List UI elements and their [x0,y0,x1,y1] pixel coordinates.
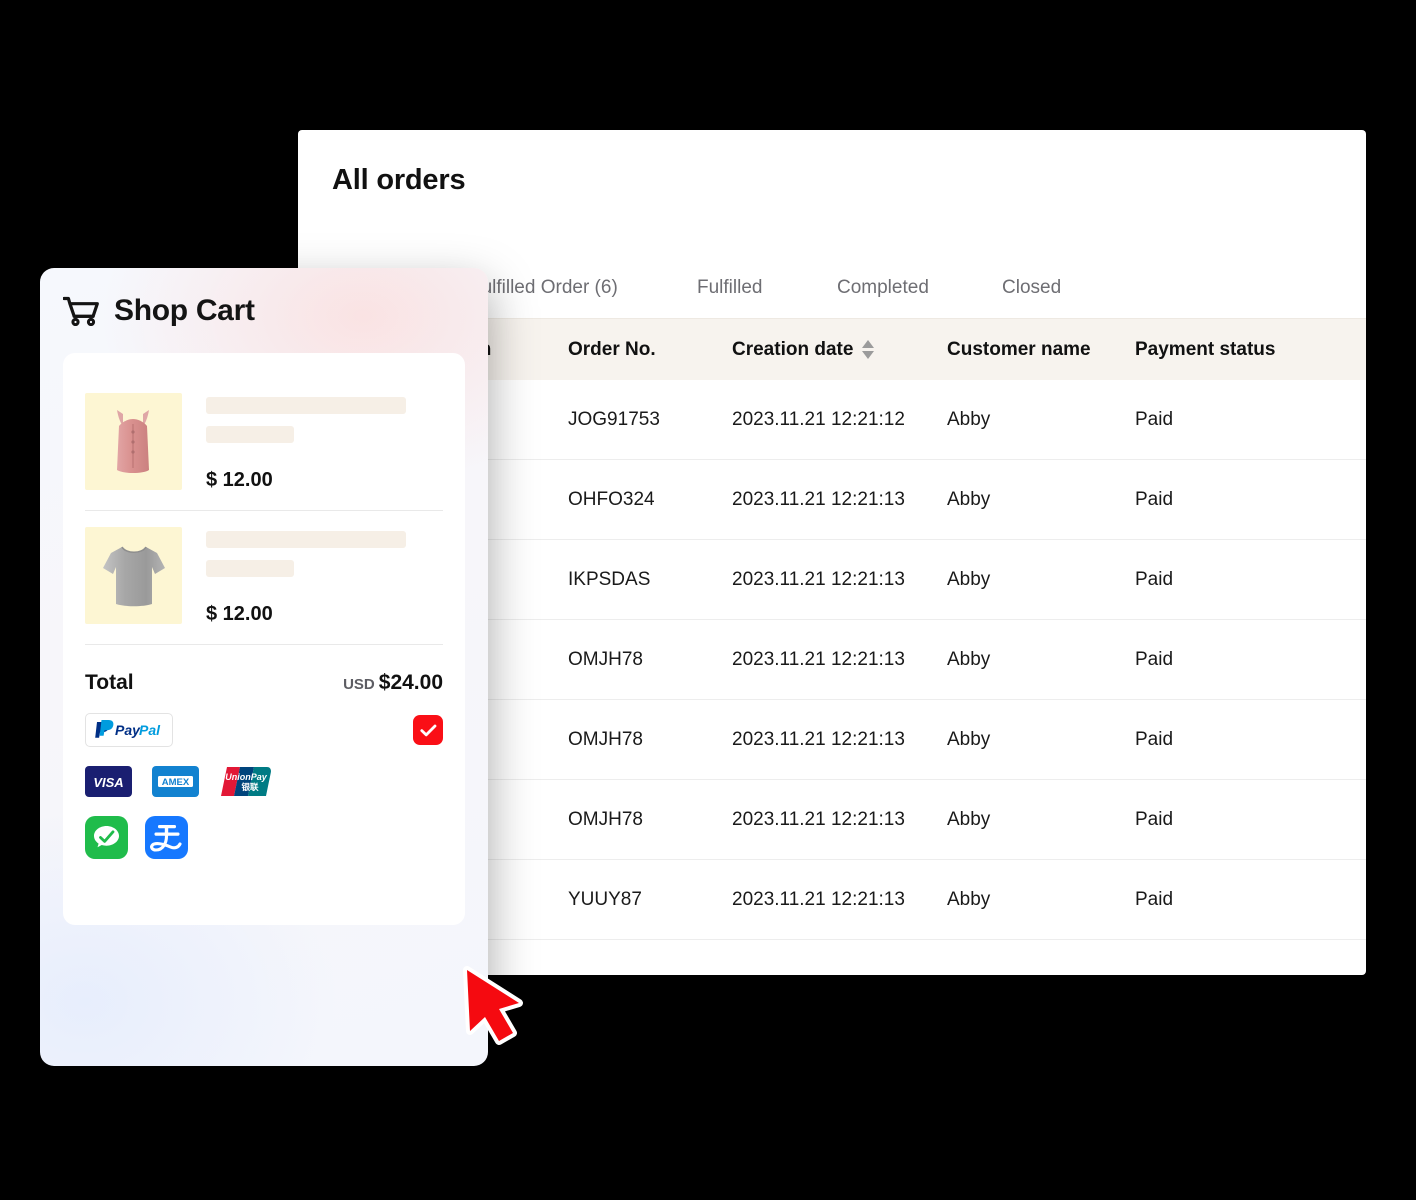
tab-completed[interactable]: Completed [837,277,1002,299]
product-thumbnail-pink-camisole-top [85,393,182,490]
cell-order-no: OMJH78 [568,728,643,750]
svg-text:银联: 银联 [240,782,259,792]
cart-item-details: $ 12.00 [206,393,443,492]
cell-creation-date: 2023.11.21 12:21:13 [732,728,905,750]
cell-order-no: OHFO324 [568,488,655,510]
cell-creation-date: 2023.11.21 12:21:12 [732,408,905,430]
cell-customer-name: Abby [947,408,991,430]
cell-order-no: YUUY87 [568,888,642,910]
cell-customer-name: Abby [947,648,991,670]
tab-closed[interactable]: Closed [1002,277,1122,299]
shop-cart-title: Shop Cart [114,293,255,327]
shop-cart-body: $ 12.00 $ 12.00 Total USD $24.00 Pay Pal… [63,353,465,925]
cart-total-row: Total USD $24.00 [85,645,443,695]
shop-cart-header: Shop Cart [40,268,488,353]
cart-item-details: $ 12.00 [206,527,443,626]
sort-arrows-icon[interactable] [862,340,875,359]
cell-order-no: IKPSDAS [568,568,651,590]
cart-item[interactable]: $ 12.00 [85,511,443,644]
product-thumbnail-grey-tshirt [85,527,182,624]
cell-creation-date: 2023.11.21 12:21:13 [732,888,905,910]
payment-method-visa[interactable]: VISA [85,766,132,797]
cart-total-label: Total [85,671,134,694]
paypal-icon: Pay Pal [95,720,161,738]
cell-order-no: OMJH78 [568,648,643,670]
payment-method-amex[interactable]: AMEX [152,766,199,797]
page-title: All orders [332,164,466,196]
product-title-placeholder [206,397,406,414]
column-header-customer-name: Customer name [947,338,1091,360]
cell-customer-name: Abby [947,888,991,910]
payment-methods-row-primary: Pay Pal [85,713,443,747]
product-title-placeholder [206,531,406,548]
svg-text:AMEX: AMEX [162,777,190,788]
column-header-creation-date[interactable]: Creation date [732,339,947,361]
cell-customer-name: Abby [947,728,991,750]
product-variant-placeholder [206,560,294,577]
payment-method-alipay[interactable] [145,816,188,859]
column-header-payment-status: Payment status [1135,338,1276,360]
svg-text:VISA: VISA [93,775,123,790]
svg-text:Pay: Pay [115,722,141,738]
cell-payment-status: Paid [1135,488,1174,510]
cart-item-price: $ 12.00 [206,469,273,491]
payment-methods-row-wallets [85,816,443,859]
cell-customer-name: Abby [947,568,991,590]
screenshot-stage: All orders All orders Unfulfilled Order … [0,0,1416,1200]
check-icon [419,724,436,736]
payment-method-paypal[interactable]: Pay Pal [85,713,173,747]
payment-methods-row-cards: VISA AMEX UnionPay 银联 [85,765,443,798]
cell-customer-name: Abby [947,808,991,830]
svg-text:Pal: Pal [139,722,161,738]
tab-unfulfilled-order[interactable]: Unfulfilled Order (6) [452,277,697,299]
svg-text:UnionPay: UnionPay [225,772,268,782]
cell-payment-status: Paid [1135,568,1174,590]
cart-item-price: $ 12.00 [206,603,273,625]
cell-creation-date: 2023.11.21 12:21:13 [732,488,905,510]
cell-creation-date: 2023.11.21 12:21:13 [732,568,905,590]
product-variant-placeholder [206,426,294,443]
cell-order-no: OMJH78 [568,808,643,830]
column-header-order-no: Order No. [568,338,656,360]
shop-cart-panel: Shop Cart $ 12.00 $ 12.00 Total USD $24.… [40,268,488,1066]
cell-payment-status: Paid [1135,888,1174,910]
cart-total-amount: $24.00 [378,671,443,694]
column-header-creation-date-label: Creation date [732,338,854,360]
cell-order-no: JOG91753 [568,408,660,430]
payment-selected-checkbox[interactable] [413,715,443,745]
cart-total-currency: USD [343,676,375,693]
cell-payment-status: Paid [1135,408,1174,430]
cell-creation-date: 2023.11.21 12:21:13 [732,808,905,830]
shopping-cart-icon [63,296,99,326]
cell-payment-status: Paid [1135,728,1174,750]
cell-payment-status: Paid [1135,808,1174,830]
cart-item[interactable]: $ 12.00 [85,377,443,510]
payment-method-unionpay[interactable]: UnionPay 银联 [219,765,275,798]
cell-creation-date: 2023.11.21 12:21:13 [732,648,905,670]
cell-payment-status: Paid [1135,648,1174,670]
tab-fulfilled[interactable]: Fulfilled [697,277,837,299]
cart-total-value: USD $24.00 [343,671,443,695]
cell-customer-name: Abby [947,488,991,510]
payment-method-wechat-pay[interactable] [85,816,128,859]
